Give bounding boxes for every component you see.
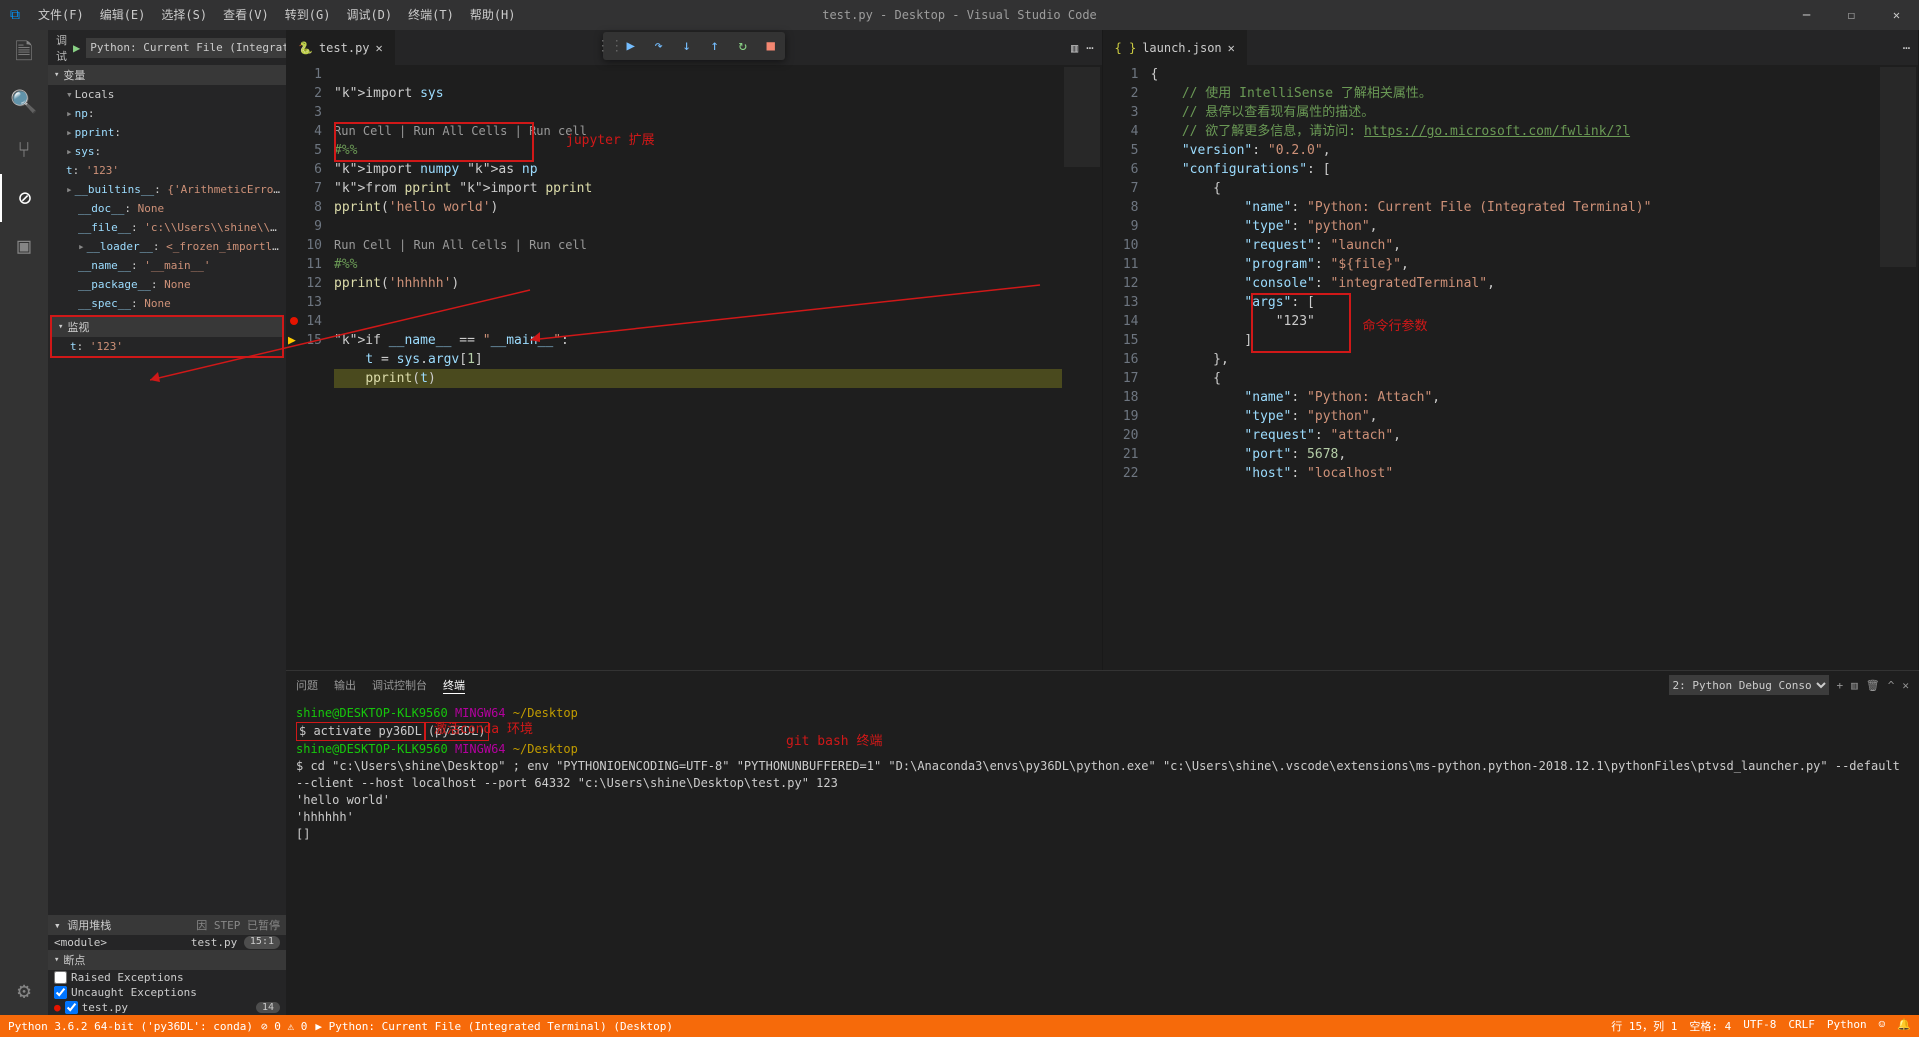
status-debug-config[interactable]: ▶ Python: Current File (Integrated Termi… <box>315 1020 673 1033</box>
menu-file[interactable]: 文件(F) <box>30 0 92 30</box>
variables-section[interactable]: 变量 <box>48 65 286 85</box>
callstack-frame[interactable]: <module> test.py 15:1 <box>48 935 286 950</box>
variable-item[interactable]: ▸np: <box>48 104 286 123</box>
maximize-button[interactable]: ☐ <box>1829 0 1874 30</box>
terminal[interactable]: git bash 终端 激活conda 环境 shine@DESKTOP-KLK… <box>286 699 1919 849</box>
panel-tabs: 问题 输出 调试控制台 终端 2: Python Debug Conso + ▥… <box>286 671 1919 699</box>
anno-gitbash: git bash 终端 <box>786 733 882 750</box>
activity-debug[interactable]: ⊘ <box>0 174 48 222</box>
menu-select[interactable]: 选择(S) <box>153 0 215 30</box>
menu-edit[interactable]: 编辑(E) <box>92 0 154 30</box>
status-eol[interactable]: CRLF <box>1788 1018 1815 1034</box>
debug-label: 调试 <box>56 32 67 64</box>
variable-item[interactable]: __package__: None <box>48 275 286 294</box>
debug-header: 调试 ▶ Python: Current File (Integrated Te… <box>48 30 286 65</box>
tab-launch-json[interactable]: { } launch.json ✕ <box>1103 30 1248 65</box>
status-lang[interactable]: Python <box>1827 1018 1867 1034</box>
close-panel-icon[interactable]: ✕ <box>1902 679 1909 692</box>
bp-uncaught[interactable]: Uncaught Exceptions <box>48 985 286 1000</box>
debug-sidebar: 调试 ▶ Python: Current File (Integrated Te… <box>48 30 286 1015</box>
step-over-button[interactable]: ↷ <box>645 32 673 60</box>
anno-jupyter: jupyter 扩展 <box>566 129 655 148</box>
breakpoints-section[interactable]: 断点 <box>48 950 286 970</box>
split-terminal-icon[interactable]: ▥ <box>1851 679 1858 692</box>
vscode-icon: ⧉ <box>0 7 30 23</box>
bp-file[interactable]: ●test.py14 <box>48 1000 286 1015</box>
activitybar: 🗎 🔍 ⑂ ⊘ ▣ ⚙ <box>0 30 48 1015</box>
menu-goto[interactable]: 转到(G) <box>277 0 339 30</box>
menubar: 文件(F) 编辑(E) 选择(S) 查看(V) 转到(G) 调试(D) 终端(T… <box>30 0 524 30</box>
close-button[interactable]: ✕ <box>1874 0 1919 30</box>
activity-explorer[interactable]: 🗎 <box>0 30 48 78</box>
variable-item[interactable]: t: '123' <box>48 161 286 180</box>
debug-grip[interactable]: ⋮⋮ <box>603 32 617 60</box>
panel-output[interactable]: 输出 <box>334 677 356 693</box>
debug-config-select[interactable]: Python: Current File (Integrated Termina… <box>86 38 286 58</box>
panel-debug-console[interactable]: 调试控制台 <box>372 677 427 693</box>
kill-terminal-icon[interactable]: 🗑 <box>1866 679 1880 692</box>
menu-help[interactable]: 帮助(H) <box>462 0 524 30</box>
menu-view[interactable]: 查看(V) <box>215 0 277 30</box>
variable-item[interactable]: ▸pprint: <box>48 123 286 142</box>
variable-item[interactable]: __spec__: None <box>48 294 286 313</box>
tab-test-py[interactable]: 🐍 test.py ✕ <box>286 30 396 65</box>
menu-debug[interactable]: 调试(D) <box>338 0 400 30</box>
window-title: test.py - Desktop - Visual Studio Code <box>822 8 1097 22</box>
anno-conda: 激活conda 环境 <box>434 721 533 738</box>
tabs-1: 🐍 test.py ✕ ⋮⋮ ▶ ↷ ↓ ↑ ↻ ■ ▥ ⋯ <box>286 30 1102 65</box>
step-out-button[interactable]: ↑ <box>701 32 729 60</box>
close-tab-icon[interactable]: ✕ <box>1228 41 1235 55</box>
status-feedback[interactable]: ☺ <box>1879 1018 1886 1034</box>
step-into-button[interactable]: ↓ <box>673 32 701 60</box>
panel: 问题 输出 调试控制台 终端 2: Python Debug Conso + ▥… <box>286 670 1919 1015</box>
close-tab-icon[interactable]: ✕ <box>376 41 383 55</box>
watch-section[interactable]: 监视 <box>52 317 282 337</box>
restart-button[interactable]: ↻ <box>729 32 757 60</box>
more-actions-icon[interactable]: ⋯ <box>1086 41 1093 55</box>
activity-settings[interactable]: ⚙ <box>0 967 48 1015</box>
menu-terminal[interactable]: 终端(T) <box>400 0 462 30</box>
maximize-panel-icon[interactable]: ^ <box>1888 679 1895 692</box>
continue-button[interactable]: ▶ <box>617 32 645 60</box>
stop-button[interactable]: ■ <box>757 32 785 60</box>
statusbar: Python 3.6.2 64-bit ('py36DL': conda) ⊘ … <box>0 1015 1919 1037</box>
activity-search[interactable]: 🔍 <box>0 78 48 126</box>
titlebar: ⧉ 文件(F) 编辑(E) 选择(S) 查看(V) 转到(G) 调试(D) 终端… <box>0 0 1919 30</box>
activity-scm[interactable]: ⑂ <box>0 126 48 174</box>
minimize-button[interactable]: ─ <box>1784 0 1829 30</box>
panel-problems[interactable]: 问题 <box>296 677 318 693</box>
debug-start-button[interactable]: ▶ <box>73 41 80 55</box>
panel-terminal[interactable]: 终端 <box>443 677 465 694</box>
anno-box-jupyter <box>334 122 534 162</box>
python-icon: 🐍 <box>298 41 313 55</box>
debug-toolbar: ⋮⋮ ▶ ↷ ↓ ↑ ↻ ■ <box>603 32 785 60</box>
variable-item[interactable]: ▸sys: <box>48 142 286 161</box>
terminal-select[interactable]: 2: Python Debug Conso <box>1669 675 1829 695</box>
activity-extensions[interactable]: ▣ <box>0 222 48 270</box>
json-icon: { } <box>1115 41 1137 55</box>
status-spaces[interactable]: 空格: 4 <box>1689 1018 1731 1034</box>
status-cursor[interactable]: 行 15，列 1 <box>1611 1018 1677 1034</box>
more-actions-icon[interactable]: ⋯ <box>1903 41 1910 55</box>
anno-box-args <box>1251 293 1351 353</box>
bp-raised[interactable]: Raised Exceptions <box>48 970 286 985</box>
variable-item[interactable]: __doc__: None <box>48 199 286 218</box>
split-editor-icon[interactable]: ▥ <box>1071 41 1078 55</box>
variable-item[interactable]: __name__: '__main__' <box>48 256 286 275</box>
tabs-2: { } launch.json ✕ ⋯ <box>1103 30 1919 65</box>
status-encoding[interactable]: UTF-8 <box>1743 1018 1776 1034</box>
status-bell[interactable]: 🔔 <box>1897 1018 1911 1034</box>
variable-item[interactable]: ▸__loader__: <_frozen_importlib_externa.… <box>48 237 286 256</box>
watch-item[interactable]: t: '123' <box>52 337 282 356</box>
new-terminal-icon[interactable]: + <box>1837 679 1844 692</box>
callstack-section[interactable]: ▾ 调用堆栈 因 STEP 已暂停 <box>48 915 286 935</box>
status-python[interactable]: Python 3.6.2 64-bit ('py36DL': conda) <box>8 1020 253 1033</box>
status-errors[interactable]: ⊘ 0 ⚠ 0 <box>261 1020 307 1033</box>
anno-cmdargs: 命令行参数 <box>1363 315 1428 334</box>
locals-scope[interactable]: ▾Locals <box>48 85 286 104</box>
variable-item[interactable]: __file__: 'c:\\Users\\shine\\Desktop\\..… <box>48 218 286 237</box>
window-controls: ─ ☐ ✕ <box>1784 0 1919 30</box>
variable-item[interactable]: ▸__builtins__: {'ArithmeticError': <box>48 180 286 199</box>
